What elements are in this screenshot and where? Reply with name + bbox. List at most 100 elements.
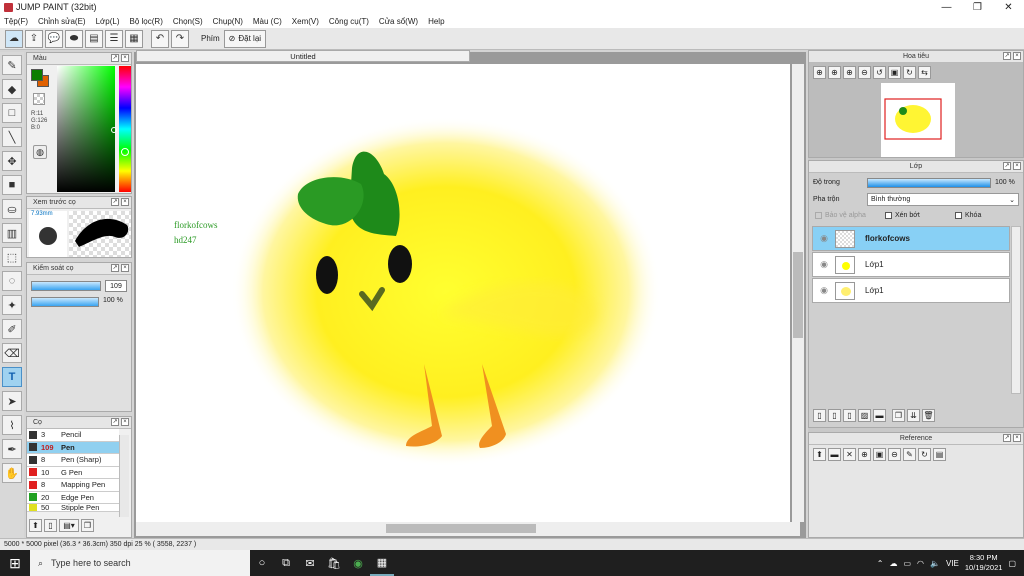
grid-icon[interactable]: ▦ [125,29,143,48]
page-icon[interactable]: ▤ [85,29,103,48]
layer-opacity-slider[interactable] [867,178,991,188]
chevron-up-icon[interactable]: ⌃ [877,559,884,568]
palette-icon[interactable]: ◍ [33,145,47,159]
store-icon[interactable]: 🛍 [322,550,346,576]
reset-button[interactable]: ⊘ Đặt lại [223,29,267,48]
menu-filter[interactable]: Bộ lọc(R) [130,17,163,26]
layer-item[interactable]: ◉ florkofcows [812,226,1010,251]
brush-item-mapping-pen[interactable]: 8 Mapping Pen [27,479,119,492]
tone-layer-icon[interactable]: ▨ [858,409,871,422]
upload-icon[interactable]: ⬆ [813,448,826,461]
shape-icon[interactable]: ⬬ [65,29,83,48]
menu-help[interactable]: Help [428,17,444,26]
delete-layer-icon[interactable]: 🗑 [922,409,935,422]
minimize-button[interactable]: — [931,0,962,14]
flip-icon[interactable]: ⇆ [918,66,931,79]
mail-icon[interactable]: ✉ [298,550,322,576]
rectangle-icon[interactable]: □ [2,103,22,123]
menu-file[interactable]: Tệp(F) [4,17,28,26]
rotate-right-icon[interactable]: ↻ [903,66,916,79]
canvas-horizontal-scrollbar[interactable] [136,522,800,536]
brush-opacity-slider[interactable] [31,297,99,307]
browser-icon[interactable]: ◉ [346,550,370,576]
brush-up-icon[interactable]: ⬆ [29,519,42,532]
wifi-icon[interactable]: ◠ [917,559,924,568]
saturation-value-picker[interactable] [57,66,115,192]
menu-window[interactable]: Cửa sổ(W) [379,17,418,26]
rotate-left-icon[interactable]: ↺ [873,66,886,79]
menu-select[interactable]: Chọn(S) [173,17,203,26]
network-icon[interactable]: ☁ [889,559,897,568]
eraser-icon[interactable]: ◆ [2,79,22,99]
merge-down-icon[interactable]: ⇊ [907,409,920,422]
close-icon[interactable]: ✕ [843,448,856,461]
operation-icon[interactable]: ➤ [2,391,22,411]
visibility-icon[interactable]: ◉ [813,285,835,296]
undo-icon[interactable]: ↶ [151,29,169,48]
zoom-in-2-icon[interactable]: ⊕ [843,66,856,79]
folder-icon[interactable]: ▬ [873,409,886,422]
hand-icon[interactable]: ✋ [2,463,22,483]
menu-color[interactable]: Màu (C) [253,17,282,26]
text-icon[interactable]: T [2,367,22,387]
lasso-icon[interactable]: ◌ [2,271,22,291]
new-layer-2-icon[interactable]: ▯ [828,409,841,422]
ref-eyedropper-icon[interactable]: ✎ [903,448,916,461]
ref-zoom-out-icon[interactable]: ⊖ [888,448,901,461]
export-icon[interactable]: ⇪ [25,29,43,48]
magic-wand-icon[interactable]: ✦ [2,295,22,315]
move-icon[interactable]: ✥ [2,151,22,171]
new-layer-icon[interactable]: ▯ [813,409,826,422]
menu-view[interactable]: Xem(V) [292,17,319,26]
rect-select-icon[interactable]: ⬚ [2,247,22,267]
menu-layer[interactable]: Lớp(L) [96,17,120,26]
brush-new-icon[interactable]: ▯ [44,519,57,532]
cortana-icon[interactable]: ○ [250,550,274,576]
jump-paint-taskbar-icon[interactable]: ▦ [370,550,394,576]
zoom-in-icon[interactable]: ⊕ [813,66,826,79]
ref-settings-icon[interactable]: ▤ [933,448,946,461]
brush-icon[interactable]: ✎ [2,55,22,75]
fit-window-icon[interactable]: ▣ [888,66,901,79]
task-view-icon[interactable]: ⧉ [274,550,298,576]
gradient-icon[interactable]: ▥ [2,223,22,243]
foreground-color-chip[interactable] [31,69,43,81]
brush-item-pencil[interactable]: 3 Pencil [27,429,119,442]
protect-alpha-checkbox[interactable]: Bảo vệ alpha [815,212,866,219]
select-eraser-icon[interactable]: ⌫ [2,343,22,363]
canvas-vertical-scrollbar[interactable] [792,64,804,522]
brush-list-scrollbar[interactable] [119,435,129,517]
ref-fit-icon[interactable]: ▣ [873,448,886,461]
speech-icon[interactable]: 💬 [45,29,63,48]
taskbar-search[interactable]: ⌕ Type here to search [30,550,250,576]
menu-edit[interactable]: Chỉnh sửa(E) [38,17,86,26]
windows-start-icon[interactable]: ⊞ [0,550,30,576]
navigator-thumbnail[interactable] [881,83,955,157]
menu-tools[interactable]: Công cụ(T) [329,17,369,26]
new-layer-3-icon[interactable]: ▯ [843,409,856,422]
brush-item-stipple-pen[interactable]: 50 Stipple Pen [27,504,119,512]
maximize-button[interactable]: ❐ [962,0,993,14]
battery-icon[interactable]: ▭ [903,559,911,568]
hue-slider[interactable] [119,66,131,192]
horizontal-scroll-thumb[interactable] [386,524,536,533]
language-indicator[interactable]: VIE [946,559,959,568]
brush-size-slider[interactable] [31,281,101,291]
transparent-color-swatch[interactable] [33,93,45,105]
duplicate-layer-icon[interactable]: ❐ [892,409,905,422]
brush-item-pen[interactable]: 109 Pen [27,441,119,454]
cloud-icon[interactable]: ☁ [5,29,23,48]
zoom-out-icon[interactable]: ⊖ [858,66,871,79]
visibility-icon[interactable]: ◉ [813,233,835,244]
brush-item-edge-pen[interactable]: 20 Edge Pen [27,491,119,504]
clipping-checkbox[interactable]: Xén bớt [885,212,920,219]
list-icon[interactable]: ☰ [105,29,123,48]
open-folder-icon[interactable]: ▬ [828,448,841,461]
close-button[interactable]: ✕ [993,0,1024,14]
notifications-icon[interactable]: ▢ [1008,559,1016,568]
lock-checkbox[interactable]: Khóa [955,212,981,219]
drawing-canvas[interactable]: florkofcows hd247 [136,64,790,522]
layer-list-scrollbar[interactable] [1011,226,1021,394]
eyedropper-icon[interactable]: ⌇ [2,415,22,435]
brush-item-pen-sharp[interactable]: 8 Pen (Sharp) [27,454,119,467]
